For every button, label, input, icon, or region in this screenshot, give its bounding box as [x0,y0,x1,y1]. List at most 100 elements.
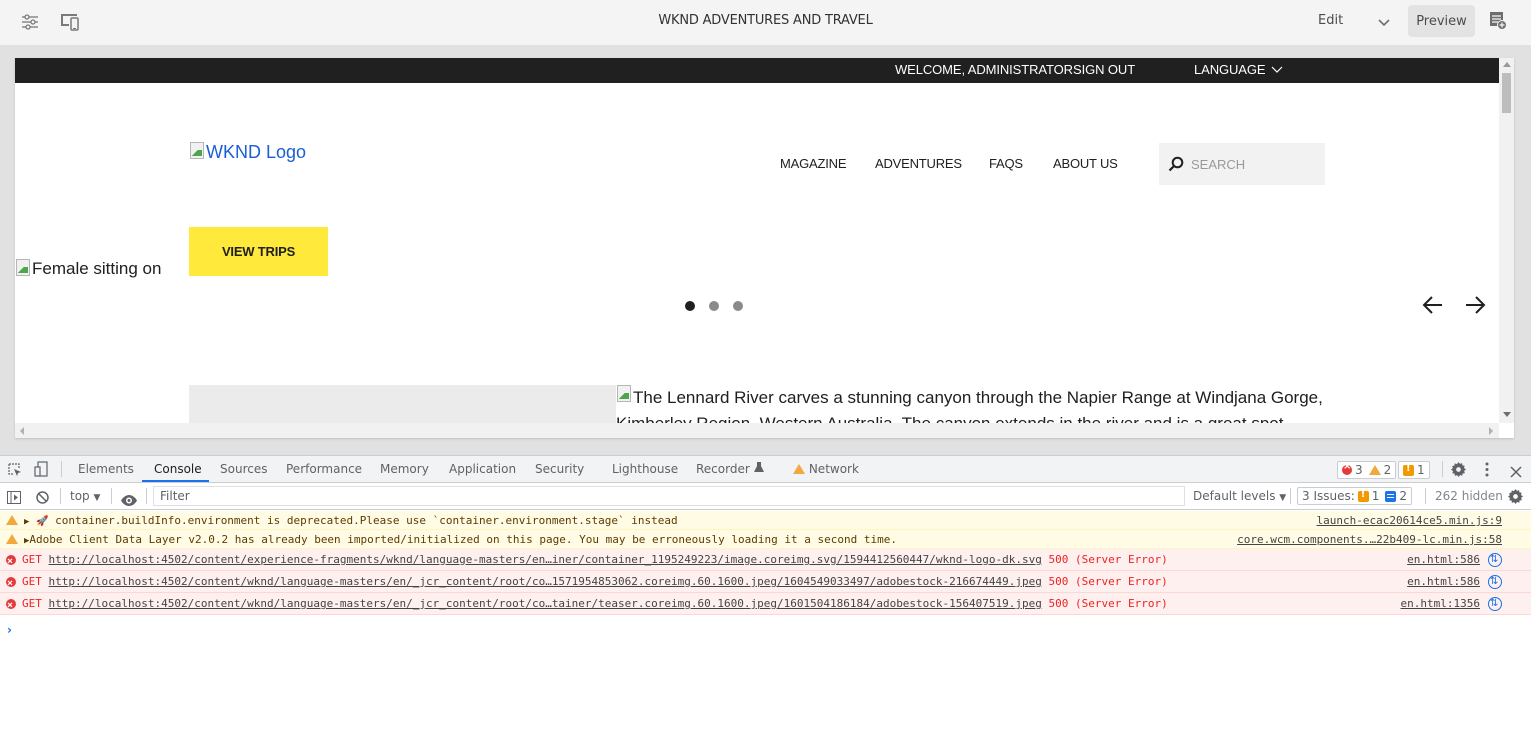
console-prompt-icon: › [7,623,12,637]
carousel-next-button[interactable] [1462,292,1488,318]
tab-recorder-label: Recorder [696,462,750,476]
mode-dropdown-button[interactable] [1374,12,1394,32]
tab-lighthouse[interactable]: Lighthouse [612,462,678,476]
active-tab-indicator [142,480,209,482]
divider [1425,488,1426,504]
network-request-icon[interactable] [1488,571,1502,593]
tab-performance[interactable]: Performance [286,462,362,476]
carousel-indicator-2[interactable] [709,301,719,311]
scroll-down-arrow[interactable] [1503,412,1511,417]
annotations-button[interactable] [1488,10,1510,32]
message-content: GET http://localhost:4502/content/wknd/l… [22,593,1168,615]
tab-security[interactable]: Security [535,462,584,476]
message-content: ▶ 🚀 container.buildInfo.environment is d… [24,511,678,532]
broken-image-icon [189,142,205,159]
message-source-link[interactable]: launch-ecac20614ce5.min.js:9 [1317,511,1502,530]
console-filter-input[interactable]: Filter [153,486,1185,506]
inspect-element-button[interactable] [8,462,22,481]
hidden-count: 262 hidden [1435,489,1503,503]
issues-warning-count: 1 [1371,489,1380,503]
nav-adventures[interactable]: ADVENTURES [875,156,962,171]
console-message[interactable]: GET http://localhost:4502/content/wknd/l… [0,593,1531,617]
scroll-up-arrow[interactable] [1503,62,1511,67]
tab-memory[interactable]: Memory [380,462,429,476]
nav-magazine[interactable]: MAGAZINE [780,156,846,171]
warning-icon [6,534,18,544]
clear-console-button[interactable] [36,489,49,508]
message-source-link[interactable]: en.html:586 [1407,549,1480,571]
error-icon [1342,461,1352,475]
tab-application[interactable]: Application [449,462,516,476]
teaser-placeholder [189,385,616,423]
network-request-icon[interactable] [1488,593,1502,615]
arrow-right-icon [1466,296,1486,314]
teaser-alt-text-line1: The Lennard River carves a stunning cany… [633,388,1323,407]
more-options-button[interactable] [1484,462,1490,481]
issues-button[interactable]: 3 Issues: 1 2 [1297,487,1413,505]
teaser-alt-text-line2: Kimberley Region, Western Australia. The… [616,411,1316,423]
nav-faqs[interactable]: FAQS [989,156,1023,171]
tab-elements[interactable]: Elements [78,462,134,476]
request-url-link[interactable]: http://localhost:4502/content/wknd/langu… [49,575,1042,588]
dropdown-triangle-icon: ▼ [93,493,101,503]
info-message-icon [1385,490,1397,502]
device-toolbar-button[interactable] [34,461,48,481]
scrollbar-thumb[interactable] [1502,73,1511,113]
sign-out-link[interactable]: SIGN OUT [1073,62,1135,77]
carousel-indicator-1[interactable] [685,301,695,311]
preview-button[interactable]: Preview [1408,5,1475,37]
experiment-flask-icon [753,462,764,472]
message-source-link[interactable]: core.wcm.components.…22b409-lc.min.js:58 [1237,530,1502,549]
live-expression-button[interactable] [121,491,137,510]
broken-image-icon [616,385,632,402]
close-devtools-button[interactable] [1510,463,1522,482]
language-menu[interactable]: LANGUAGE [1194,62,1283,77]
message-source-link[interactable]: en.html:1356 [1401,593,1480,615]
console-message[interactable]: GET http://localhost:4502/content/experi… [0,549,1531,573]
site-logo-link[interactable]: WKND Logo [189,142,306,163]
console-messages: ▶ 🚀 container.buildInfo.environment is d… [0,511,1531,645]
request-method: GET [22,575,42,588]
scroll-left-arrow[interactable] [20,427,24,435]
request-url-link[interactable]: http://localhost:4502/content/wknd/langu… [49,597,1042,610]
console-input[interactable]: › [0,615,1531,645]
close-icon [1510,466,1522,478]
nav-about-us[interactable]: ABOUT US [1053,156,1118,171]
language-label: LANGUAGE [1194,62,1266,77]
log-levels-dropdown[interactable]: Default levels ▼ [1193,489,1286,503]
console-message[interactable]: ▶ 🚀 container.buildInfo.environment is d… [0,511,1531,530]
view-trips-button[interactable]: VIEW TRIPS [189,227,328,276]
tab-recorder[interactable]: Recorder [696,462,764,476]
carousel-indicator-3[interactable] [733,301,743,311]
console-message[interactable]: GET http://localhost:4502/content/wknd/l… [0,571,1531,595]
horizontal-scrollbar[interactable] [15,423,1499,438]
hero-image: Female sitting on [15,259,161,279]
broken-image-icon [15,259,31,276]
search-input[interactable]: SEARCH [1159,143,1325,185]
mode-selector[interactable]: Edit [1318,13,1343,28]
warning-count: 2 [1383,463,1392,477]
tab-console[interactable]: Console [154,462,202,476]
carousel-prev-button[interactable] [1420,292,1446,318]
request-url-link[interactable]: http://localhost:4502/content/experience… [49,553,1042,566]
vertical-scrollbar[interactable] [1499,58,1514,423]
toggle-sidebar-button[interactable] [7,489,21,508]
message-text: Adobe Client Data Layer v2.0.2 has alrea… [29,533,897,546]
message-content: GET http://localhost:4502/content/experi… [22,549,1168,571]
console-message-counts[interactable]: 3 2 [1337,461,1397,479]
console-message[interactable]: ▶Adobe Client Data Layer v2.0.2 has alre… [0,530,1531,549]
issues-count-button[interactable]: 1 [1398,461,1430,479]
context-selector[interactable]: top ▼ [70,489,100,503]
expand-triangle-icon[interactable]: ▶ [24,517,29,527]
message-source-link[interactable]: en.html:586 [1407,571,1480,593]
tab-sources[interactable]: Sources [220,462,267,476]
issues-info-count: 2 [1399,489,1408,503]
scroll-right-arrow[interactable] [1489,427,1493,435]
devtools-settings-button[interactable] [1451,462,1466,481]
chevron-down-icon [1271,66,1283,73]
teaser-image: The Lennard River carves a stunning cany… [616,385,1323,423]
console-settings-button[interactable] [1508,489,1523,508]
inspect-icon [8,463,21,476]
tab-network[interactable]: Network [793,462,859,476]
network-request-icon[interactable] [1488,549,1502,571]
